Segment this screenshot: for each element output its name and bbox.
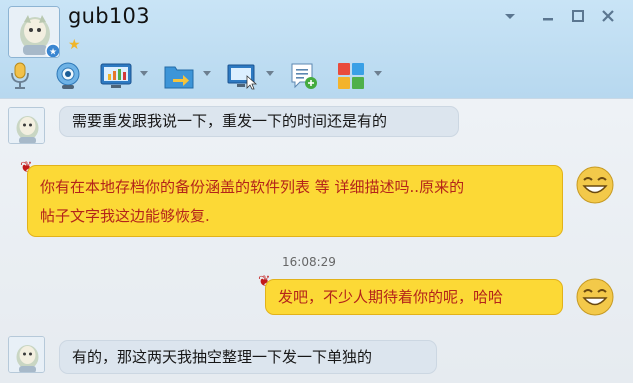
message-text: 你有在本地存档你的备份涵盖的软件列表 等 详细描述吗..原来的 — [40, 178, 465, 196]
remote-desktop-icon[interactable] — [227, 62, 258, 90]
message-bubble: 你有在本地存档你的备份涵盖的软件列表 等 详细描述吗..原来的 帖子文字我这边能… — [27, 165, 563, 237]
message-text: 有的，那这两天我抽空整理一下发一下单独的 — [72, 348, 373, 366]
microphone-icon[interactable] — [8, 62, 32, 90]
message-timestamp: 16:08:29 — [282, 255, 336, 269]
message-text: 发吧，不少人期待着你的呢，哈哈 — [278, 288, 504, 306]
contact-avatar[interactable] — [8, 336, 45, 373]
contact-name: gub103 — [68, 4, 150, 28]
maximize-icon[interactable] — [570, 8, 586, 24]
folder-transfer-icon[interactable] — [164, 62, 194, 90]
add-note-icon[interactable] — [290, 62, 318, 90]
svg-text:★: ★ — [49, 48, 57, 58]
level-star-icon: ★ — [68, 37, 81, 53]
chevron-down-icon[interactable] — [140, 71, 148, 76]
contact-avatar[interactable] — [8, 107, 45, 144]
self-avatar[interactable] — [575, 165, 615, 205]
self-avatar[interactable] — [575, 277, 615, 317]
chevron-down-icon[interactable] — [203, 71, 211, 76]
webcam-icon[interactable] — [54, 62, 82, 90]
contact-avatar[interactable]: ★ — [8, 6, 60, 58]
message-list[interactable]: 需要重发跟我说一下，重发一下的时间还是有的 ❦ 你有在本地存档你的备份涵盖的软件… — [0, 98, 633, 383]
message-bubble: 需要重发跟我说一下，重发一下的时间还是有的 — [59, 106, 459, 137]
message-bubble: 有的，那这两天我抽空整理一下发一下单独的 — [59, 340, 437, 374]
message-bubble: 发吧，不少人期待着你的呢，哈哈 — [265, 279, 563, 315]
minimize-icon[interactable] — [540, 8, 556, 24]
chevron-down-icon[interactable] — [266, 71, 274, 76]
chevron-down-icon[interactable] — [502, 8, 518, 24]
message-text: 需要重发跟我说一下，重发一下的时间还是有的 — [72, 112, 388, 130]
close-icon[interactable] — [600, 8, 616, 24]
window-header: ★ gub103 ★ — [0, 0, 633, 98]
apps-grid-icon[interactable] — [337, 62, 365, 90]
chevron-down-icon[interactable] — [374, 71, 382, 76]
screen-share-icon[interactable] — [100, 62, 132, 90]
message-text: 帖子文字我这边能够恢复. — [40, 207, 210, 225]
chat-window: ★ gub103 ★ 需要重发跟我说一下，重发一下的时间还是有的 ❦ 你有在本地… — [0, 0, 633, 383]
